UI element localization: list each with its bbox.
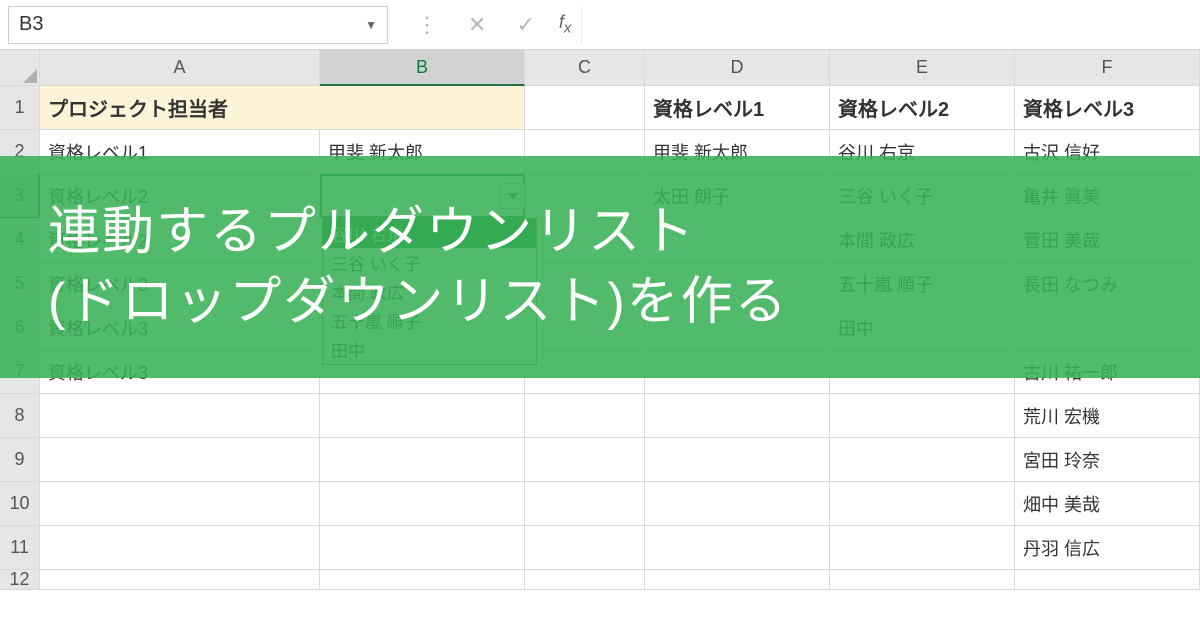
cell-A8[interactable]: [40, 394, 320, 438]
formula-input[interactable]: [581, 7, 1192, 43]
col-header-C[interactable]: C: [525, 50, 645, 86]
kebab-icon[interactable]: ⋮: [410, 10, 444, 40]
cell-A11[interactable]: [40, 526, 320, 570]
cell-B9[interactable]: [320, 438, 525, 482]
cell-F1[interactable]: 資格レベル3: [1015, 86, 1200, 130]
cell-E11[interactable]: [830, 526, 1015, 570]
cell-A12[interactable]: [40, 570, 320, 590]
col-header-F[interactable]: F: [1015, 50, 1200, 86]
cell-F8[interactable]: 荒川 宏機: [1015, 394, 1200, 438]
fx-icon[interactable]: fx: [559, 12, 572, 37]
cell-B10[interactable]: [320, 482, 525, 526]
row-header-11[interactable]: 11: [0, 526, 40, 570]
overlay-line-2: (ドロップダウンリスト)を作る: [48, 267, 1200, 337]
enter-icon: ✓: [510, 10, 540, 40]
cell-D9[interactable]: [645, 438, 830, 482]
cell-F9[interactable]: 宮田 玲奈: [1015, 438, 1200, 482]
row-header-1[interactable]: 1: [0, 86, 40, 130]
cell-A9[interactable]: [40, 438, 320, 482]
cell-B11[interactable]: [320, 526, 525, 570]
cell-B8[interactable]: [320, 394, 525, 438]
name-box-value: B3: [19, 13, 43, 36]
cell-E8[interactable]: [830, 394, 1015, 438]
cell-C8[interactable]: [525, 394, 645, 438]
row-header-10[interactable]: 10: [0, 482, 40, 526]
cell-D10[interactable]: [645, 482, 830, 526]
cell-D1[interactable]: 資格レベル1: [645, 86, 830, 130]
row-header-12[interactable]: 12: [0, 570, 40, 590]
row-header-9[interactable]: 9: [0, 438, 40, 482]
cell-F10[interactable]: 畑中 美哉: [1015, 482, 1200, 526]
col-header-D[interactable]: D: [645, 50, 830, 86]
cell-B12[interactable]: [320, 570, 525, 590]
cell-E12[interactable]: [830, 570, 1015, 590]
row-header-8[interactable]: 8: [0, 394, 40, 438]
cell-C12[interactable]: [525, 570, 645, 590]
cancel-icon: ✕: [462, 10, 492, 40]
cell-F12[interactable]: [1015, 570, 1200, 590]
cell-D11[interactable]: [645, 526, 830, 570]
cell-D12[interactable]: [645, 570, 830, 590]
cell-C9[interactable]: [525, 438, 645, 482]
cell-E9[interactable]: [830, 438, 1015, 482]
cell-C10[interactable]: [525, 482, 645, 526]
formula-bar-row: B3 ▼ ⋮ ✕ ✓ fx: [0, 0, 1200, 50]
col-header-A[interactable]: A: [40, 50, 320, 86]
title-overlay: 連動するプルダウンリスト (ドロップダウンリスト)を作る: [0, 156, 1200, 378]
cell-A10[interactable]: [40, 482, 320, 526]
cell-C1[interactable]: [525, 86, 645, 130]
cell-C11[interactable]: [525, 526, 645, 570]
col-header-B[interactable]: B: [320, 50, 525, 86]
cell-A1[interactable]: プロジェクト担当者: [40, 86, 525, 130]
cell-E10[interactable]: [830, 482, 1015, 526]
col-header-E[interactable]: E: [830, 50, 1015, 86]
cell-F11[interactable]: 丹羽 信広: [1015, 526, 1200, 570]
name-box[interactable]: B3 ▼: [8, 6, 388, 44]
cell-E1[interactable]: 資格レベル2: [830, 86, 1015, 130]
overlay-line-1: 連動するプルダウンリスト: [48, 197, 1200, 267]
cell-D8[interactable]: [645, 394, 830, 438]
formula-controls: ⋮ ✕ ✓ fx: [410, 10, 571, 40]
select-all-corner[interactable]: [0, 50, 40, 86]
chevron-down-icon[interactable]: ▼: [365, 18, 377, 32]
